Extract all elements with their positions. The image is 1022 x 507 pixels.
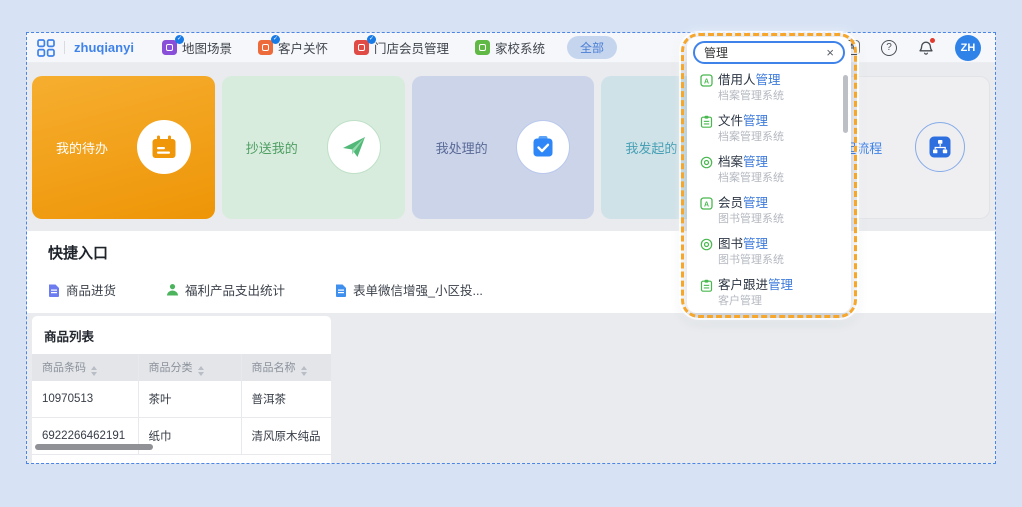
cell-name: 清风原木纯品	[241, 418, 331, 455]
card-cc-to-me[interactable]: 抄送我的	[222, 76, 405, 219]
svg-text:A: A	[704, 201, 709, 208]
search-result-borrower[interactable]: A 借用人管理 档案管理系统	[700, 73, 851, 102]
clipboard-icon	[700, 115, 713, 128]
sort-icon[interactable]	[91, 366, 97, 376]
workspace-name[interactable]: zhuqianyi	[74, 40, 134, 55]
clear-search-icon[interactable]: ×	[826, 46, 834, 59]
search-dropdown-panel: × A 借用人管理 档案管理系统 文件管理	[687, 37, 851, 313]
product-list-title: 商品列表	[32, 326, 331, 345]
result-app-name: 档案管理系统	[718, 90, 851, 102]
svg-text:A: A	[704, 78, 709, 85]
notification-dot	[930, 38, 935, 43]
calendar-icon	[137, 120, 191, 174]
cell-category: 纸巾	[138, 418, 241, 455]
verified-badge-icon: ✓	[271, 35, 280, 44]
search-result-book[interactable]: 图书管理 图书管理系统	[700, 237, 851, 266]
column-header-category[interactable]: 商品分类	[138, 354, 241, 381]
tab-map-scene[interactable]: ✓ 地图场景	[162, 38, 232, 57]
quick-link-welfare-stats[interactable]: 福利产品支出统计	[166, 280, 285, 299]
search-result-archive[interactable]: 档案管理 档案管理系统	[700, 155, 851, 184]
tab-label: 家校系统	[495, 38, 545, 57]
target-icon	[700, 156, 713, 169]
search-results-list: A 借用人管理 档案管理系统 文件管理 档案管理系统	[687, 69, 851, 313]
tab-label: 地图场景	[182, 38, 232, 57]
sort-icon[interactable]	[198, 366, 204, 376]
search-result-member[interactable]: A 会员管理 图书管理系统	[700, 196, 851, 225]
search-input-pill[interactable]: ×	[693, 41, 845, 64]
verified-badge-icon: ✓	[367, 35, 376, 44]
result-app-name: 档案管理系统	[718, 131, 851, 143]
tab-store-member[interactable]: ✓ 门店会员管理	[354, 38, 449, 57]
cell-barcode: 10970513	[32, 381, 138, 418]
search-input[interactable]	[704, 46, 826, 60]
person-icon	[166, 283, 179, 296]
help-icon[interactable]: ?	[881, 40, 897, 56]
document-icon	[335, 283, 347, 297]
paper-plane-icon	[327, 120, 381, 174]
flow-org-icon	[915, 122, 965, 172]
sort-icon[interactable]	[301, 366, 307, 376]
target-icon	[700, 238, 713, 251]
tab-customer-care[interactable]: ✓ 客户关怀	[258, 38, 328, 57]
user-avatar[interactable]: ZH	[955, 35, 981, 61]
card-handled-by-me[interactable]: 我处理的	[412, 76, 595, 219]
header-divider	[64, 41, 65, 54]
cell-category: 茶叶	[138, 381, 241, 418]
product-table: 商品条码 商品分类 商品名称 10970513 茶叶 普洱茶	[32, 354, 331, 455]
quick-link-form-wechat[interactable]: 表单微信增强_小区投...	[335, 280, 483, 299]
all-apps-button[interactable]: 全部	[567, 36, 617, 59]
tab-home-school[interactable]: 家校系统	[475, 38, 545, 57]
quick-link-product-purchase[interactable]: 商品进货	[48, 280, 116, 299]
app-launcher-icon[interactable]	[37, 39, 55, 57]
table-row[interactable]: 10970513 茶叶 普洱茶	[32, 381, 331, 418]
result-app-name: 客户管理	[718, 295, 851, 307]
dropdown-scrollbar[interactable]	[843, 75, 848, 133]
clipboard-icon	[700, 279, 713, 292]
app-icon-red: ✓	[354, 40, 369, 55]
column-header-barcode[interactable]: 商品条码	[32, 354, 138, 381]
search-result-customer-follow[interactable]: 客户跟进管理 客户管理	[700, 278, 851, 307]
product-list-card: 商品列表 商品条码 商品分类 商品名称	[32, 316, 331, 463]
result-app-name: 图书管理系统	[718, 213, 851, 225]
tab-label: 门店会员管理	[374, 38, 449, 57]
app-icon-orange: ✓	[258, 40, 273, 55]
search-result-file[interactable]: 文件管理 档案管理系统	[700, 114, 851, 143]
badge-a-icon: A	[700, 74, 713, 87]
tab-label: 客户关怀	[278, 38, 328, 57]
badge-a-icon: A	[700, 197, 713, 210]
horizontal-scrollbar[interactable]	[35, 444, 153, 450]
dashboard-section: 商品列表 商品条码 商品分类 商品名称	[27, 313, 995, 463]
document-icon	[48, 283, 60, 297]
app-icon-green	[475, 40, 490, 55]
result-app-name: 图书管理系统	[718, 254, 851, 266]
column-header-name[interactable]: 商品名称	[241, 354, 331, 381]
card-my-todo[interactable]: 我的待办	[32, 76, 215, 219]
verified-badge-icon: ✓	[175, 35, 184, 44]
notification-bell-icon[interactable]	[918, 40, 934, 56]
app-icon-purple: ✓	[162, 40, 177, 55]
clipboard-check-icon	[516, 120, 570, 174]
result-app-name: 档案管理系统	[718, 172, 851, 184]
cell-name: 普洱茶	[241, 381, 331, 418]
